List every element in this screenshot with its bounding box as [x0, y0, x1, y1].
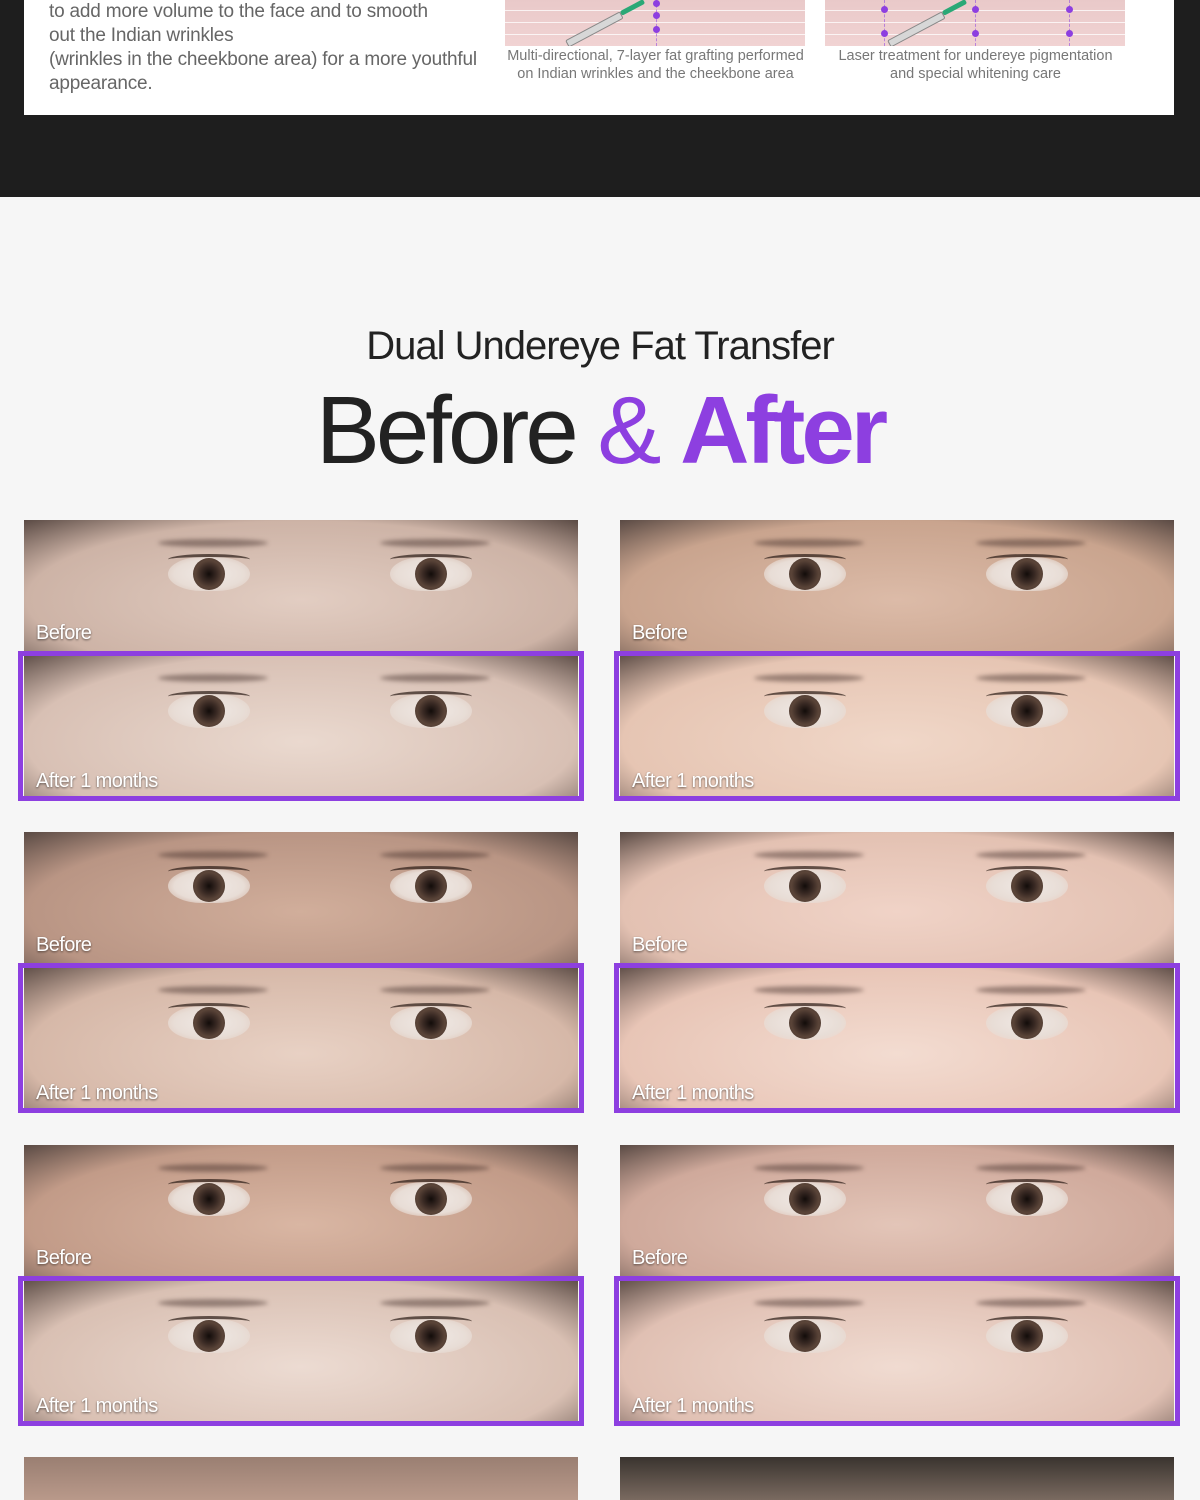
section-subtitle: Dual Undereye Fat Transfer — [366, 324, 835, 368]
right-eye — [389, 1003, 472, 1041]
right-eye — [389, 1179, 472, 1217]
before-photo-label: Before — [632, 934, 688, 956]
after-photo: After 1 months — [24, 1278, 578, 1426]
after-photo-label: After 1 months — [632, 770, 754, 792]
left-eye — [764, 866, 847, 904]
before-photo-label: Before — [632, 622, 688, 644]
before-photo: Before — [24, 832, 578, 965]
after-photo-label: After 1 months — [36, 1395, 158, 1417]
left-eye — [764, 1003, 847, 1041]
after-photo: After 1 months — [620, 965, 1174, 1113]
headline-after-word: After — [680, 377, 888, 484]
left-eye — [168, 1003, 251, 1041]
laser-treatment-illustration — [825, 0, 1125, 46]
right-eye — [985, 1316, 1068, 1354]
left-eye — [168, 691, 251, 729]
before-photo-label: Before — [632, 1247, 688, 1269]
before-photo: Before — [620, 1145, 1174, 1278]
before-photo-partial — [620, 1457, 1174, 1500]
right-eye — [985, 866, 1068, 904]
right-eye — [389, 866, 472, 904]
before-photo-label: Before — [36, 1247, 92, 1269]
right-eye — [985, 1179, 1068, 1217]
headline-ampersand: & — [597, 377, 661, 484]
right-eye — [389, 554, 472, 592]
illustration-caption-2: Laser treatment for undereye pigmentatio… — [838, 48, 1113, 82]
left-eye — [764, 1316, 847, 1354]
before-photo-partial — [24, 1457, 578, 1500]
right-eye — [389, 1316, 472, 1354]
after-photo-label: After 1 months — [632, 1395, 754, 1417]
left-eye — [764, 1179, 847, 1217]
after-photo: After 1 months — [24, 965, 578, 1113]
syringe-icon — [887, 11, 946, 46]
left-eye — [168, 1179, 251, 1217]
right-eye — [985, 1003, 1068, 1041]
after-photo: After 1 months — [620, 653, 1174, 801]
before-photo-label: Before — [36, 622, 92, 644]
right-eye — [985, 554, 1068, 592]
after-photo-label: After 1 months — [36, 1082, 158, 1104]
right-eye — [389, 691, 472, 729]
after-photo-label: After 1 months — [632, 1082, 754, 1104]
left-eye — [168, 1316, 251, 1354]
syringe-icon — [565, 11, 624, 46]
before-photo-label: Before — [36, 934, 92, 956]
section-headline: Before & After — [0, 376, 1200, 486]
fat-grafting-illustration — [505, 0, 805, 46]
before-photo: Before — [24, 1145, 578, 1278]
left-eye — [168, 554, 251, 592]
left-eye — [764, 554, 847, 592]
after-photo: After 1 months — [620, 1278, 1174, 1426]
before-photo: Before — [620, 832, 1174, 965]
illustration-caption-1: Multi-directional, 7-layer fat grafting … — [507, 48, 804, 82]
procedure-description: to add more volume to the face and to sm… — [49, 1, 477, 94]
after-photo-label: After 1 months — [36, 770, 158, 792]
left-eye — [168, 866, 251, 904]
left-eye — [764, 691, 847, 729]
after-photo: After 1 months — [24, 653, 578, 801]
before-photo: Before — [24, 520, 578, 653]
headline-before-word: Before — [315, 377, 579, 484]
before-photo: Before — [620, 520, 1174, 653]
right-eye — [985, 691, 1068, 729]
